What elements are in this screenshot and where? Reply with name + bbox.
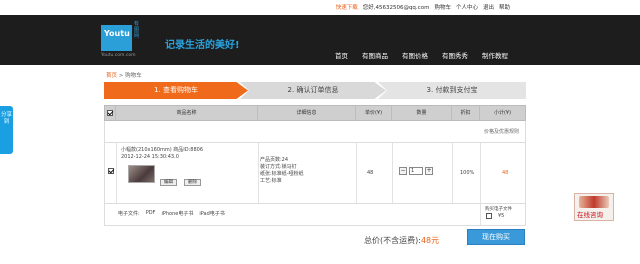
logo-url: Youtu.com.com (101, 53, 136, 58)
quantity-stepper: − 1 + (399, 167, 433, 175)
step-pay-alipay: 3. 付款到支付宝 (378, 82, 526, 99)
format-iphone[interactable]: iPhone电子书 (161, 210, 193, 217)
cart-link[interactable]: 购物车 (434, 3, 451, 11)
item-checkbox[interactable] (108, 168, 114, 174)
cart-item-row: 小幅款(210x160mm) 商品ID:8806 2012-12-24 15:3… (104, 142, 526, 204)
buy-now-button[interactable]: 现在购买 (467, 229, 525, 245)
top-links: 快速下载 您好,45632506@qq.com 购物车 个人中心 退出 帮助 (336, 3, 510, 11)
breadcrumb: 首页 > 购物车 (106, 71, 142, 79)
total-label: 总价(不含运费): (364, 236, 421, 245)
checkout-steps: 1. 查看购物车 2. 确认订单信息 3. 付款到支付宝 (104, 82, 526, 99)
cell-divider (452, 143, 453, 203)
col-subtotal: 小计(¥) (493, 110, 512, 116)
logo[interactable]: Youtu (101, 25, 132, 51)
buy-ebook-label: 购买电子文件 (485, 207, 512, 212)
consult-banner-image (579, 196, 609, 208)
online-consult-label: 在线咨询 (577, 211, 603, 219)
total-amount: 48元 (420, 236, 440, 245)
decrease-quantity-button[interactable]: − (399, 167, 407, 175)
share-tab[interactable]: 分享到 (0, 106, 13, 154)
fast-download-link[interactable]: 快速下载 (336, 3, 358, 11)
col-quantity: 数量 (392, 106, 452, 120)
welcome-text: 您好,45632506@qq.com (362, 5, 430, 11)
select-all-checkbox[interactable] (107, 110, 113, 116)
format-ipad[interactable]: iPad电子书 (199, 210, 224, 217)
total-price: 总价(不含运费):48元 (364, 235, 439, 246)
cart-table-header: 商品名称 详细信息 单价(¥) 数量 折扣 小计(¥) (104, 105, 526, 121)
cell-divider (356, 143, 357, 203)
nav-showcase[interactable]: 有图秀秀 (442, 50, 468, 60)
promo-row: 价格及优惠规则 (104, 121, 526, 142)
online-consult-widget[interactable]: 在线咨询 (574, 193, 614, 221)
cell-divider (392, 143, 393, 203)
col-unit-price: 单价(¥) (356, 106, 392, 120)
user-center-link[interactable]: 个人中心 (456, 3, 478, 11)
edit-button[interactable]: 编辑 (160, 179, 177, 186)
buy-ebook-checkbox[interactable] (486, 213, 492, 219)
select-all-cell (105, 106, 116, 120)
ebook-label: 电子文件: (118, 211, 140, 217)
cell-divider (116, 143, 117, 203)
detail-craft: 工艺:标准 (260, 178, 282, 184)
ebook-price: ¥5 (498, 213, 505, 219)
nav-products[interactable]: 有图商品 (362, 50, 388, 60)
subtotal-value: 48 (502, 170, 509, 176)
ebook-options-row: 电子文件: PDF iPhone电子书 iPad电子书 购买电子文件 ¥5 (104, 204, 526, 226)
help-link[interactable]: 帮助 (499, 3, 510, 11)
logo-text: Youtu (104, 29, 130, 38)
col-discount: 折扣 (452, 106, 480, 120)
nav-home[interactable]: 首页 (335, 50, 348, 60)
product-name: 小幅款(210x160mm) 商品ID:8806 (121, 147, 204, 153)
step-view-cart: 1. 查看购物车 (104, 82, 248, 99)
main-nav: 首页 有图商品 有图价格 有图秀秀 制作教程 (335, 50, 508, 60)
breadcrumb-home[interactable]: 首页 (106, 73, 117, 79)
breadcrumb-current: 购物车 (125, 73, 142, 79)
product-details: 产品页数:24 装订方式:锁马钉 纸张:标准纸-哑粉纸 工艺:标准 (260, 157, 304, 185)
step-confirm-order: 2. 确认订单信息 (240, 82, 386, 99)
logout-link[interactable]: 退出 (483, 3, 494, 11)
cell-divider (258, 143, 259, 203)
price-rules-link[interactable]: 价格及优惠规则 (484, 128, 519, 135)
unit-price: 48 (367, 170, 374, 176)
detail-binding: 装订方式:锁马钉 (260, 164, 297, 170)
col-product-name: 商品名称 (116, 106, 258, 120)
increase-quantity-button[interactable]: + (425, 167, 433, 175)
ebook-cost: ¥5 (486, 213, 504, 219)
quantity-input[interactable]: 1 (409, 167, 423, 175)
format-pdf[interactable]: PDF (146, 210, 156, 217)
product-time: 2012-12-24 15:30:43.0 (121, 154, 179, 160)
site-header: Youtu 有图网 Youtu.com.com 记录生活的美好! 首页 有图商品… (0, 15, 640, 65)
nav-prices[interactable]: 有图价格 (402, 50, 428, 60)
detail-paper: 纸张:标准纸-哑粉纸 (260, 171, 304, 177)
col-details: 详细信息 (258, 106, 356, 120)
product-thumbnail[interactable] (128, 165, 155, 183)
logo-side-text: 有图网 (134, 21, 140, 39)
breadcrumb-separator: > (117, 73, 126, 79)
nav-tutorial[interactable]: 制作教程 (482, 50, 508, 60)
cell-divider (480, 204, 481, 225)
ebook-formats: 电子文件: PDF iPhone电子书 iPad电子书 (118, 210, 225, 217)
discount-value: 100% (460, 170, 475, 176)
slogan: 记录生活的美好! (165, 40, 240, 51)
cell-divider (480, 143, 481, 203)
top-bar: 快速下载 您好,45632506@qq.com 购物车 个人中心 退出 帮助 (0, 0, 640, 15)
detail-pages: 产品页数:24 (260, 157, 289, 163)
delete-button[interactable]: 删除 (184, 179, 201, 186)
